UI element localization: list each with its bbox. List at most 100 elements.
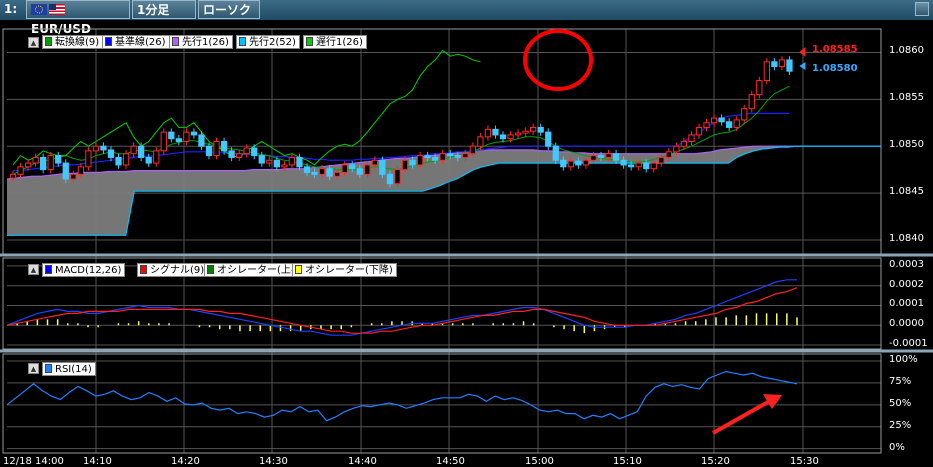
legend-swatch: [239, 37, 246, 46]
candle-body: [605, 153, 612, 158]
candle-body: [514, 132, 522, 136]
rsi-frame: [2, 353, 882, 454]
candle-body: [243, 147, 250, 155]
x-tick-label: 14:10: [83, 456, 112, 467]
candle-body: [341, 164, 348, 173]
y-tick-label: 0.0002: [889, 278, 924, 290]
candle-body: [205, 145, 213, 157]
candle-body: [47, 155, 54, 171]
candle-body: [756, 80, 763, 96]
candle-body: [107, 149, 115, 158]
candle-body: [266, 159, 273, 164]
x-tick-label: 15:30: [790, 456, 819, 467]
candle-body: [695, 126, 703, 136]
candle-body: [537, 126, 544, 133]
candle-body: [364, 164, 371, 175]
legend-item[interactable]: 先行2(52): [236, 35, 300, 49]
candle-body: [153, 150, 160, 164]
us-flag-icon: [49, 4, 65, 15]
price-frame: [2, 28, 882, 255]
candle-body: [356, 168, 363, 175]
candle-body: [251, 147, 258, 157]
candle-body: [40, 156, 47, 171]
legend-item[interactable]: オシレーター(下降): [292, 263, 397, 277]
legend-label: オシレーター(下降): [305, 265, 393, 276]
candle-body: [612, 153, 620, 161]
candle-body: [17, 166, 24, 175]
legend-item[interactable]: 遅行1(26): [303, 35, 367, 49]
legend-label: 先行2(52): [249, 37, 296, 48]
candle-body: [545, 131, 552, 147]
candle-body: [24, 162, 32, 168]
legend-swatch: [140, 265, 147, 274]
candle-body: [416, 155, 424, 166]
candle-body: [394, 169, 401, 185]
annotations: [523, 29, 782, 435]
candle-body: [334, 171, 341, 177]
candle-body: [213, 141, 220, 157]
candle-body: [92, 145, 100, 152]
symbol-selector[interactable]: EUR/USD: [26, 0, 130, 36]
candle-body: [122, 153, 130, 166]
y-tick-label: 1.0850: [889, 139, 924, 151]
candle-body: [130, 145, 137, 155]
timeframe-button[interactable]: 1分足: [132, 0, 196, 19]
eu-flag-icon: [31, 4, 47, 15]
candle-body: [575, 160, 582, 166]
candle-body: [409, 159, 416, 166]
candle-body: [786, 59, 793, 72]
window-menu-icon[interactable]: [915, 2, 929, 16]
candle-body: [62, 162, 69, 180]
candle-body: [560, 159, 567, 168]
candle-body: [447, 153, 454, 157]
candle-body: [643, 162, 650, 170]
candle-body: [552, 145, 559, 161]
legend-item[interactable]: 転換線(9): [42, 35, 104, 49]
candle-body: [499, 134, 507, 140]
candle-body: [85, 150, 92, 168]
candle-body: [220, 141, 228, 152]
legend-item[interactable]: RSI(14): [42, 362, 96, 376]
x-tick-label: 14:30: [259, 456, 288, 467]
legend-swatch: [172, 37, 179, 46]
macd-panel: [6, 279, 798, 336]
legend-item[interactable]: シグナル(9): [137, 263, 209, 277]
candle-body: [522, 130, 529, 134]
legend-label: RSI(14): [55, 364, 92, 375]
candle-body: [168, 131, 175, 140]
chart-style-button[interactable]: ローソク: [198, 0, 260, 19]
y-tick-label: 75%: [889, 375, 912, 387]
last-price-label-blue: 1.08580: [812, 63, 858, 74]
x-tick-label: 15:10: [613, 456, 642, 467]
legend-item[interactable]: 基準線(26): [102, 35, 170, 49]
candle-body: [741, 108, 748, 121]
candle-body: [665, 151, 672, 158]
legend-label: 先行1(26): [182, 37, 229, 48]
candle-body: [228, 150, 235, 158]
legend-swatch: [45, 364, 52, 373]
candle-body: [726, 121, 733, 128]
candle-body: [55, 155, 62, 164]
candle-body: [32, 156, 39, 164]
candle-body: [318, 168, 326, 175]
y-tick-label: 1.0840: [889, 232, 924, 244]
candle-body: [296, 156, 303, 168]
candle-body: [590, 155, 597, 161]
legend-item[interactable]: MACD(12,26): [42, 263, 126, 277]
signal-line: [6, 287, 798, 334]
legend-swatch: [295, 265, 302, 274]
timeframe-label: 1分足: [137, 3, 170, 17]
legend-label: 転換線(9): [55, 37, 100, 48]
legend-item[interactable]: 先行1(26): [169, 35, 233, 49]
last-price-marker-red: [799, 47, 806, 57]
highlight-circle: [523, 29, 593, 91]
candle-body: [439, 153, 446, 161]
collapse-price-legend-icon[interactable]: ▲: [28, 37, 39, 48]
candle-body: [424, 155, 431, 158]
arrow-shaft: [712, 400, 769, 435]
y-tick-label: 25%: [889, 419, 912, 431]
candle-body: [763, 61, 770, 82]
collapse-macd-legend-icon[interactable]: ▲: [28, 264, 39, 275]
collapse-rsi-legend-icon[interactable]: ▲: [28, 363, 39, 374]
candle-body: [507, 134, 514, 140]
